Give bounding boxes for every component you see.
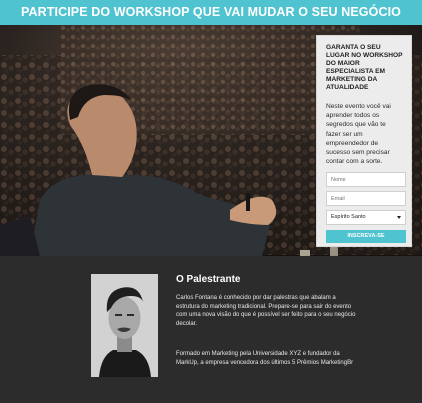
state-select-value: Espírito Santo <box>331 214 366 221</box>
chevron-down-icon <box>397 216 401 220</box>
banner-title: PARTICIPE DO WORKSHOP QUE VAI MUDAR O SE… <box>21 5 401 19</box>
speaker-credentials-paragraph: Formado em Marketing pela Universidade X… <box>176 351 354 366</box>
top-banner: PARTICIPE DO WORKSHOP QUE VAI MUDAR O SE… <box>0 0 422 25</box>
subscribe-button[interactable]: INSCREVA-SE <box>326 230 406 244</box>
speaker-bio-paragraph: Carlos Fontana é conhecido por dar pales… <box>176 295 356 327</box>
form-title: GARANTA O SEU LUGAR NO WORKSHOP DO MAIOR… <box>326 44 403 91</box>
form-description: Neste evento você vai aprender todos os … <box>326 103 391 166</box>
signup-form-card: GARANTA O SEU LUGAR NO WORKSHOP DO MAIOR… <box>316 35 412 247</box>
state-select[interactable]: Espírito Santo <box>326 210 406 226</box>
email-input[interactable] <box>326 191 406 207</box>
speaker-section: O Palestrante Carlos Fontana é conhecido… <box>0 256 422 403</box>
speaker-portrait <box>91 274 158 377</box>
speaker-photo <box>91 274 158 377</box>
name-input[interactable] <box>326 172 406 188</box>
speaker-heading: O Palestrante <box>176 274 241 285</box>
